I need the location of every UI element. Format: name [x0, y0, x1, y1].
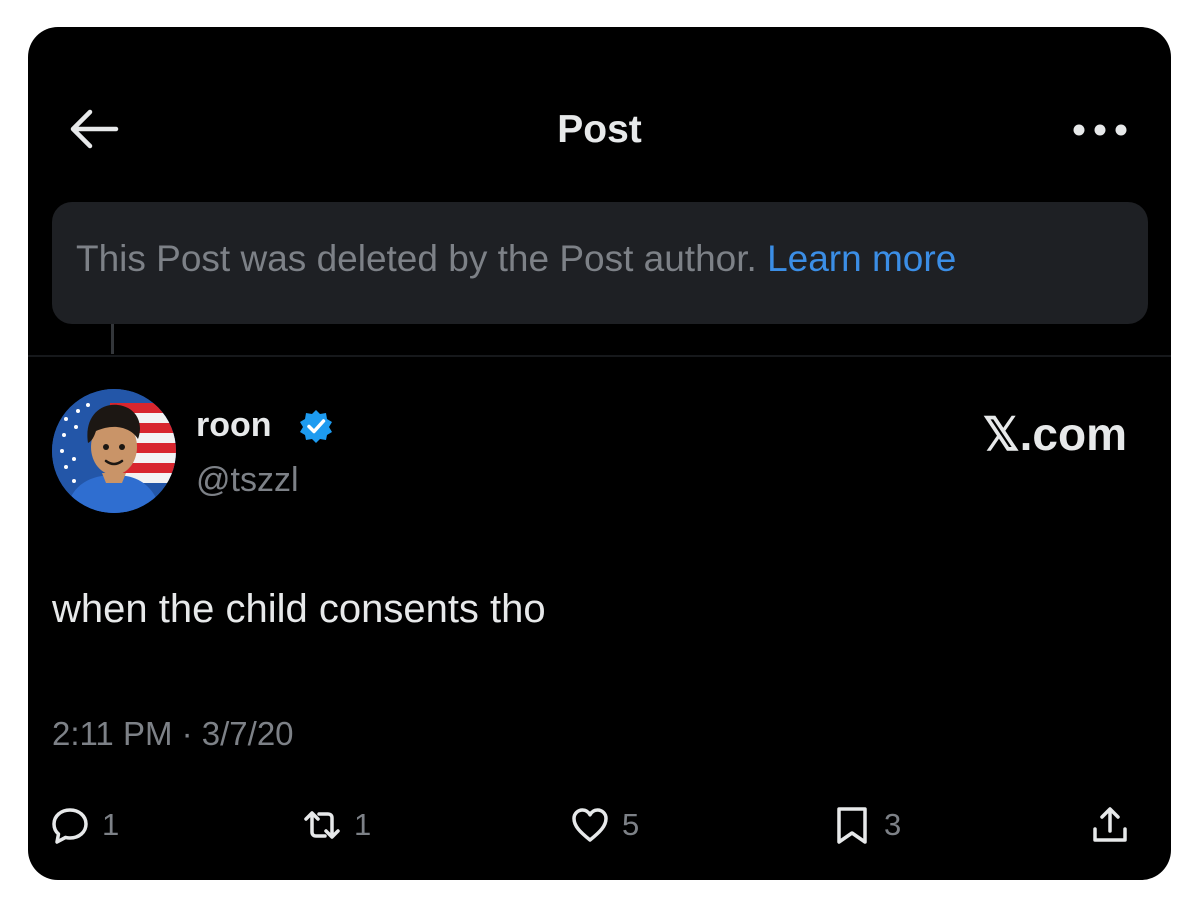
more-options-button[interactable] — [1071, 121, 1129, 139]
verified-badge-icon — [300, 410, 332, 443]
author-display-name[interactable]: roon — [196, 406, 272, 445]
divider — [28, 355, 1171, 357]
avatar[interactable] — [52, 389, 176, 513]
deleted-message: This Post was deleted by the Post author… — [76, 238, 757, 279]
repost-count: 1 — [354, 807, 372, 842]
reply-icon — [52, 808, 88, 844]
post-timestamp[interactable]: 2:11 PM · 3/7/20 — [52, 715, 294, 753]
page-title: Post — [557, 108, 642, 151]
bookmark-button[interactable]: 3 — [832, 805, 901, 845]
deleted-notice: This Post was deleted by the Post author… — [52, 202, 1148, 324]
more-dots-icon — [1073, 124, 1127, 136]
thread-connector-line — [111, 324, 114, 354]
post-card: Post This Post was deleted by the Post a… — [28, 27, 1171, 880]
author-handle[interactable]: @tszzl — [196, 461, 299, 500]
post-text: when the child consents tho — [52, 587, 546, 631]
share-icon — [1093, 807, 1127, 842]
repost-icon — [304, 811, 340, 839]
deleted-notice-text: This Post was deleted by the Post author… — [76, 238, 956, 280]
like-button[interactable]: 5 — [570, 805, 639, 845]
repost-button[interactable]: 1 — [302, 805, 371, 845]
reply-button[interactable]: 1 — [50, 805, 119, 845]
heart-icon — [572, 808, 608, 842]
reply-count: 1 — [102, 807, 120, 842]
like-count: 5 — [622, 807, 640, 842]
avatar-illustration — [52, 389, 176, 513]
share-button[interactable] — [1090, 805, 1130, 845]
x-com-watermark: 𝕏.com — [982, 408, 1127, 460]
learn-more-link[interactable]: Learn more — [767, 238, 956, 279]
post-header: Post — [28, 27, 1171, 182]
bookmark-count: 3 — [884, 807, 902, 842]
bookmark-icon — [837, 807, 867, 844]
